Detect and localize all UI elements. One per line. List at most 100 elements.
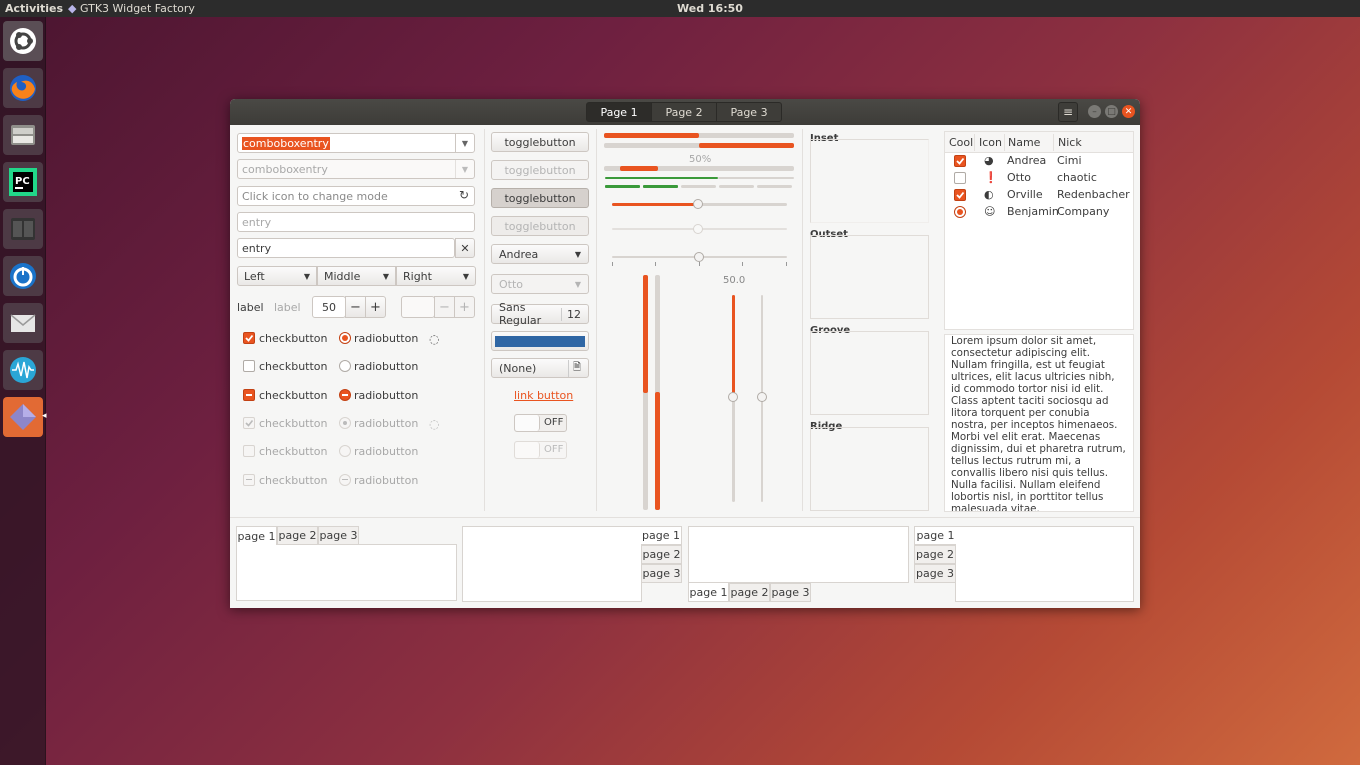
tree-view[interactable]: Cool Icon Name Nick ◕ Andrea Cimi ❗ Otto… <box>944 131 1134 330</box>
linked-combo-right[interactable]: Right ▼ <box>396 266 476 286</box>
column-header-cool[interactable]: Cool <box>949 136 973 149</box>
firefox-icon[interactable] <box>3 68 43 108</box>
notebook-tab[interactable]: page 1 <box>688 583 729 602</box>
row-checkbox[interactable] <box>954 172 966 184</box>
checkbox-label: checkbutton <box>259 389 328 402</box>
minus-icon[interactable]: − <box>345 296 366 318</box>
combobox-entry[interactable]: comboboxentry <box>237 133 475 153</box>
linked-middle-label: Middle <box>324 269 361 283</box>
column-header-icon[interactable]: Icon <box>979 136 1002 149</box>
notebook-tab[interactable]: page 3 <box>318 526 359 545</box>
plus-icon[interactable]: + <box>365 296 386 318</box>
toggle-button[interactable]: togglebutton <box>491 132 589 152</box>
notebook-page <box>688 526 909 583</box>
spin-disabled <box>401 296 435 318</box>
progress-bar <box>604 133 794 138</box>
linked-right-label: Right <box>403 269 432 283</box>
checkbox-disabled <box>243 417 255 429</box>
toggle-button-active[interactable]: togglebutton <box>491 188 589 208</box>
entry-with-clear[interactable]: entry <box>237 238 455 258</box>
files-icon[interactable] <box>3 115 43 155</box>
radio-label: radiobutton <box>354 474 419 487</box>
radio-label: radiobutton <box>354 332 419 345</box>
toggle-button-disabled: togglebutton <box>491 160 589 180</box>
mode-entry[interactable]: Click icon to change mode <box>237 186 475 206</box>
toggle-button-active-disabled: togglebutton <box>491 216 589 236</box>
column-header-nick[interactable]: Nick <box>1058 136 1082 149</box>
row-checkbox[interactable] <box>954 189 966 201</box>
terminal-icon[interactable] <box>3 209 43 249</box>
face-icon: ☺ <box>984 205 996 218</box>
app-menu[interactable]: ◆ GTK3 Widget Factory <box>68 2 195 15</box>
notebook-tab[interactable]: page 3 <box>641 564 682 583</box>
row-checkbox[interactable] <box>954 155 966 167</box>
notebook-tab[interactable]: page 2 <box>914 545 956 564</box>
scale-slider-knob[interactable] <box>694 252 704 262</box>
tab-page-1[interactable]: Page 1 <box>586 102 652 122</box>
audio-icon[interactable] <box>3 350 43 390</box>
document-icon: 🗎 <box>567 359 581 377</box>
radio[interactable] <box>339 332 351 344</box>
checkbox-disabled <box>243 474 255 486</box>
file-chooser-button[interactable]: (None) 🗎 <box>491 358 589 378</box>
checkbox-mixed[interactable] <box>243 389 255 401</box>
mail-icon[interactable] <box>3 303 43 343</box>
notebook-tab[interactable]: page 3 <box>770 583 811 602</box>
spin-label: label <box>237 301 264 314</box>
activities-button[interactable]: Activities <box>5 2 63 15</box>
radio-mixed[interactable] <box>339 389 351 401</box>
linked-combo-left[interactable]: Left ▼ <box>237 266 317 286</box>
font-button[interactable]: Sans Regular 12 <box>491 301 589 327</box>
tab-page-3[interactable]: Page 3 <box>716 102 782 122</box>
notebook-tab[interactable]: page 2 <box>641 545 682 564</box>
maximize-icon[interactable]: □ <box>1105 105 1118 118</box>
hamburger-menu-icon[interactable]: ≡ <box>1058 102 1078 122</box>
link-button[interactable]: link button <box>514 389 573 402</box>
spinner-icon: ◌ <box>429 417 440 431</box>
font-size: 12 <box>561 307 581 321</box>
checkbox[interactable] <box>243 332 255 344</box>
row-name: Andrea <box>1007 154 1047 167</box>
timer-icon[interactable] <box>3 256 43 296</box>
scale-slider-knob[interactable] <box>693 199 703 209</box>
refresh-icon[interactable]: ↻ <box>459 188 469 202</box>
separator <box>596 129 597 511</box>
color-button[interactable] <box>491 331 589 351</box>
chevron-down-icon[interactable]: ▼ <box>455 134 474 152</box>
text-view[interactable]: Lorem ipsum dolor sit amet, consectetur … <box>944 334 1134 512</box>
row-nick: Cimi <box>1057 154 1082 167</box>
column-header-name[interactable]: Name <box>1008 136 1040 149</box>
linked-left-label: Left <box>244 269 265 283</box>
entry-field[interactable]: entry <box>237 212 475 232</box>
minimize-icon[interactable]: – <box>1088 105 1101 118</box>
switch[interactable]: OFF <box>514 414 567 432</box>
row-radio[interactable] <box>954 206 966 218</box>
notebook-tab[interactable]: page 2 <box>729 583 770 602</box>
combobox-entry-disabled: comboboxentry <box>237 159 475 179</box>
scale-slider-knob[interactable] <box>757 392 767 402</box>
linked-combo-middle[interactable]: Middle ▼ <box>317 266 396 286</box>
notebook-tab[interactable]: page 1 <box>641 526 682 545</box>
notebook-tab[interactable]: page 3 <box>914 564 956 583</box>
launcher-dock: PC ◂ <box>0 17 47 765</box>
separator <box>230 517 1140 518</box>
notebook-tab[interactable]: page 1 <box>914 526 956 545</box>
pycharm-icon[interactable]: PC <box>3 162 43 202</box>
clock[interactable]: Wed 16:50 <box>677 2 743 15</box>
notebook-tab[interactable]: page 2 <box>277 526 318 545</box>
tab-page-2[interactable]: Page 2 <box>651 102 717 122</box>
scale-slider-knob[interactable] <box>728 392 738 402</box>
gtk-widget-factory-icon[interactable] <box>3 397 43 437</box>
ubuntu-icon[interactable] <box>3 21 43 61</box>
level-segment <box>643 185 678 188</box>
radio[interactable] <box>339 360 351 372</box>
clear-icon[interactable]: ✕ <box>455 238 475 258</box>
combo-andrea[interactable]: Andrea ▼ <box>491 244 589 264</box>
close-icon[interactable]: ✕ <box>1122 105 1135 118</box>
checkbox[interactable] <box>243 360 255 372</box>
spin-value[interactable]: 50 <box>312 296 346 318</box>
notebook-tab[interactable]: page 1 <box>236 526 277 545</box>
switch-disabled: OFF <box>514 441 567 459</box>
checkbox-label: checkbutton <box>259 360 328 373</box>
emblem-icon: ◕ <box>984 154 994 167</box>
